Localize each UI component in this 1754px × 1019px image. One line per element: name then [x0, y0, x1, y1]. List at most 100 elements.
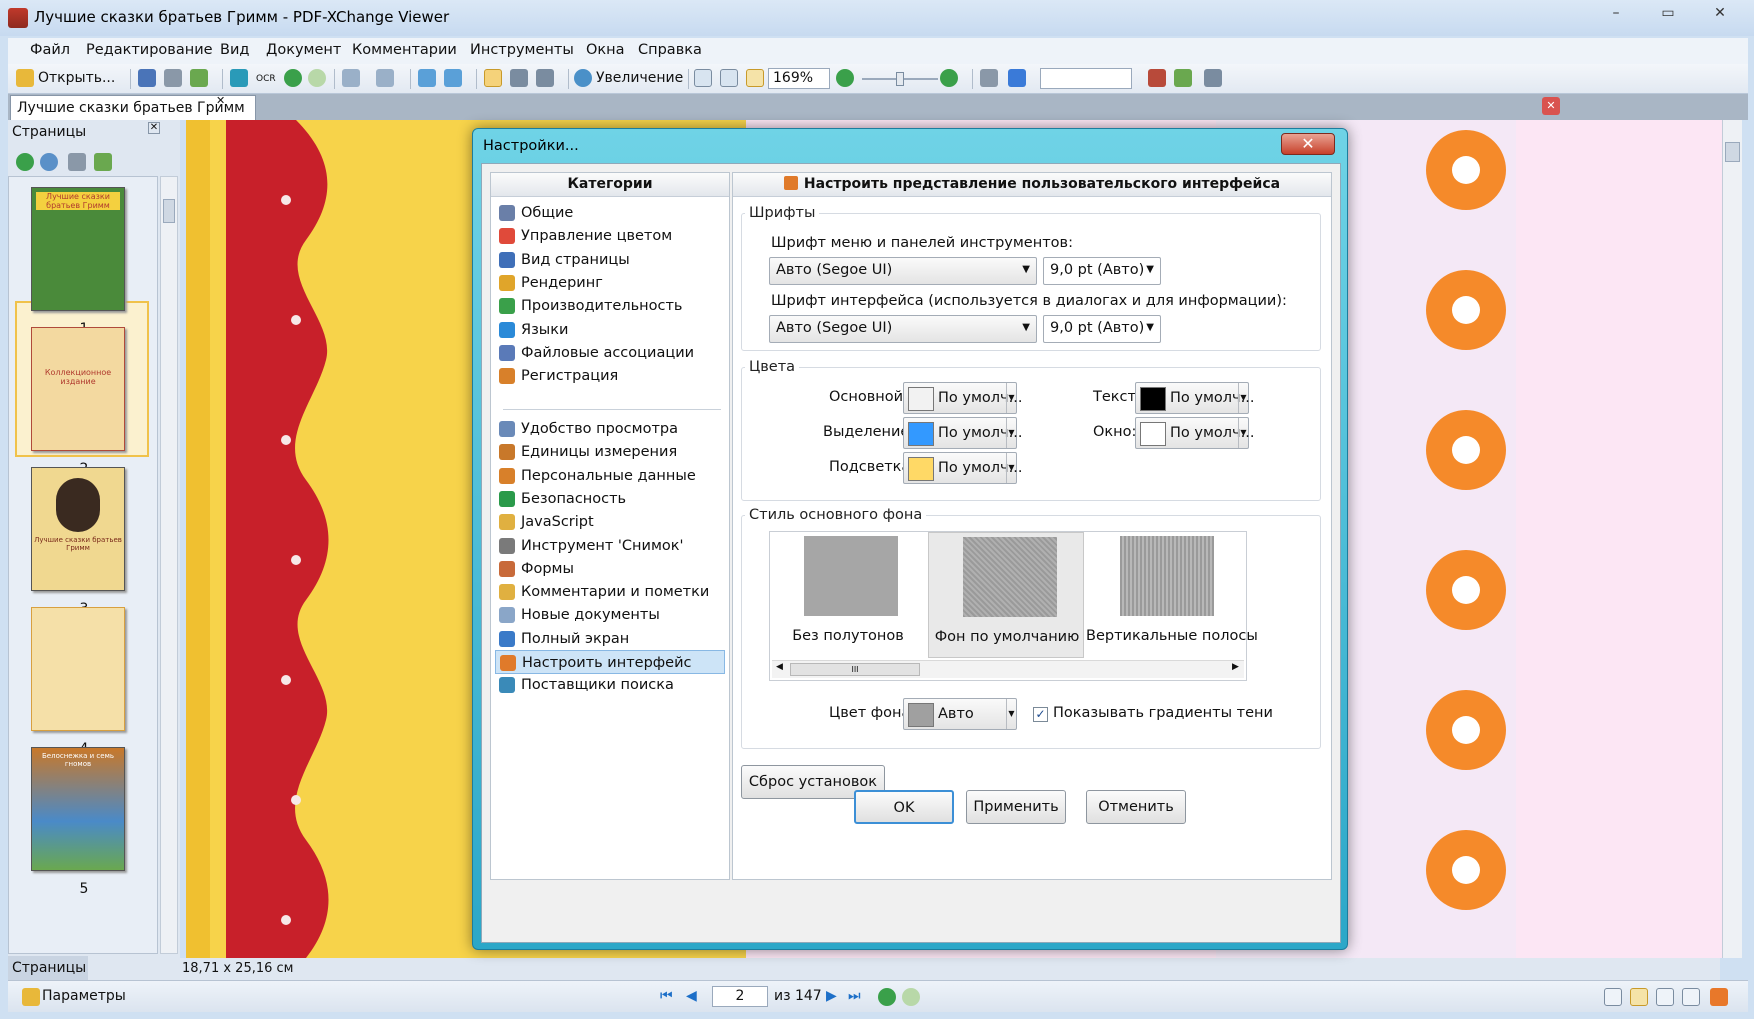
highlight-color-picker[interactable]: По умолч... ▼: [903, 452, 1022, 484]
search-provider-icon[interactable]: [1008, 69, 1026, 87]
last-page-icon[interactable]: ⏭: [848, 988, 861, 1004]
category-search-providers[interactable]: Поставщики поиска: [495, 673, 725, 697]
typewriter-tool-icon[interactable]: [1174, 69, 1192, 87]
page-properties-icon[interactable]: [94, 153, 112, 171]
menu-tools[interactable]: Инструменты: [470, 42, 574, 58]
parameters-icon[interactable]: [22, 988, 40, 1006]
search-input[interactable]: [1040, 68, 1132, 89]
background-color-picker[interactable]: Авто ▼: [903, 698, 1017, 730]
highlight-tool-icon[interactable]: [1148, 69, 1166, 87]
text-color-picker[interactable]: По умолч... ▼: [1135, 382, 1254, 414]
next-page-icon[interactable]: ▶: [826, 988, 837, 1004]
category-performance[interactable]: Производительность: [495, 294, 725, 318]
undo-icon[interactable]: [342, 69, 360, 87]
category-registration[interactable]: Регистрация: [495, 364, 725, 388]
category-general[interactable]: Общие: [495, 201, 725, 225]
history-back-icon[interactable]: [878, 988, 896, 1006]
cancel-button[interactable]: Отменить: [1086, 790, 1186, 824]
page-thumbnail-1[interactable]: Лучшие сказки братьев Гримм: [31, 187, 125, 311]
category-comments[interactable]: Комментарии и пометки: [495, 580, 725, 604]
close-window-button[interactable]: ✕: [1700, 2, 1740, 24]
open-icon[interactable]: [16, 69, 34, 87]
menu-font-size-select[interactable]: 9,0 pt (Авто) ▼: [1043, 257, 1161, 285]
menu-edit[interactable]: Редактирование: [86, 42, 213, 58]
category-languages[interactable]: Языки: [495, 318, 725, 342]
scan-icon[interactable]: [230, 69, 248, 87]
ui-font-select[interactable]: Авто (Segoe UI) ▼: [769, 315, 1037, 343]
minimize-button[interactable]: –: [1596, 2, 1636, 24]
zoom-slider-handle[interactable]: [896, 72, 904, 86]
menu-document[interactable]: Документ: [266, 42, 341, 58]
find-icon[interactable]: [980, 69, 998, 87]
save-icon[interactable]: [138, 69, 156, 87]
parameters-button[interactable]: Параметры: [42, 988, 126, 1004]
rotate-right-icon[interactable]: [444, 69, 462, 87]
background-option-flat[interactable]: Без полутонов: [770, 532, 926, 658]
close-document-icon[interactable]: ✕: [1542, 97, 1560, 115]
snapshot-tool-icon[interactable]: [510, 69, 528, 87]
apply-button[interactable]: Применить: [966, 790, 1066, 824]
menu-windows[interactable]: Окна: [586, 42, 625, 58]
scrollbar-thumb[interactable]: [1725, 142, 1740, 162]
zoom-tool-button[interactable]: Увеличение: [596, 70, 683, 86]
back-icon[interactable]: [284, 69, 302, 87]
dialog-close-button[interactable]: ✕: [1281, 133, 1335, 155]
category-accessibility[interactable]: Удобство просмотра: [495, 417, 725, 441]
fit-page-icon[interactable]: [720, 69, 738, 87]
forward-icon[interactable]: [308, 69, 326, 87]
continuous-facing-icon[interactable]: [1682, 988, 1700, 1006]
select-tool-icon[interactable]: [536, 69, 554, 87]
zoom-in-icon[interactable]: [940, 69, 958, 87]
background-option-stripes[interactable]: Вертикальные полосы: [1086, 532, 1258, 658]
redo-icon[interactable]: [376, 69, 394, 87]
menu-view[interactable]: Вид: [220, 42, 249, 58]
zoom-level-input[interactable]: 169%: [768, 68, 830, 89]
thumbnail-zoom-out-icon[interactable]: [40, 153, 58, 171]
menu-help[interactable]: Справка: [638, 42, 702, 58]
ui-font-size-select[interactable]: 9,0 pt (Авто) ▼: [1043, 315, 1161, 343]
category-new-documents[interactable]: Новые документы: [495, 603, 725, 627]
background-option-default[interactable]: Фон по умолчанию: [928, 532, 1084, 658]
actual-size-icon[interactable]: [694, 69, 712, 87]
tools-options-icon[interactable]: [1204, 69, 1222, 87]
hand-tool-icon[interactable]: [484, 69, 502, 87]
print-icon[interactable]: [164, 69, 182, 87]
open-button[interactable]: Открыть...: [38, 70, 115, 86]
category-units[interactable]: Единицы измерения: [495, 440, 725, 464]
main-color-picker[interactable]: По умолч... ▼: [903, 382, 1022, 414]
scrollbar-thumb[interactable]: III: [790, 663, 920, 676]
export-icon[interactable]: [190, 69, 208, 87]
page-thumbnail-5[interactable]: Белоснежка и семь гномов: [31, 747, 125, 871]
facing-pages-icon[interactable]: [1656, 988, 1674, 1006]
menu-file[interactable]: Файл: [30, 42, 70, 58]
maximize-button[interactable]: ▭: [1648, 2, 1688, 24]
rotate-left-icon[interactable]: [418, 69, 436, 87]
category-security[interactable]: Безопасность: [495, 487, 725, 511]
fit-width-icon[interactable]: [746, 69, 764, 87]
sidebar-footer-tab[interactable]: Страницы: [8, 956, 88, 980]
document-vertical-scrollbar[interactable]: [1722, 120, 1742, 958]
page-thumbnail-4[interactable]: [31, 607, 125, 731]
page-thumbnail-2[interactable]: Коллекционное издание: [31, 327, 125, 451]
zoom-tool-icon[interactable]: [574, 69, 592, 87]
menu-comments[interactable]: Комментарии: [352, 42, 457, 58]
page-number-input[interactable]: 2: [712, 986, 768, 1007]
category-rendering[interactable]: Рендеринг: [495, 271, 725, 295]
scroll-right-icon[interactable]: ▶: [1232, 662, 1239, 672]
page-thumbnail-3[interactable]: Лучшие сказки братьев Гримм: [31, 467, 125, 591]
category-full-screen[interactable]: Полный экран: [495, 627, 725, 651]
highlight-fields-icon[interactable]: [1710, 988, 1728, 1006]
previous-page-icon[interactable]: ◀: [686, 988, 697, 1004]
category-customize-ui[interactable]: Настроить интерфейс: [495, 650, 725, 674]
menu-font-select[interactable]: Авто (Segoe UI) ▼: [769, 257, 1037, 285]
continuous-page-icon[interactable]: [1630, 988, 1648, 1006]
category-snapshot[interactable]: Инструмент 'Снимок': [495, 534, 725, 558]
category-javascript[interactable]: JavaScript: [495, 510, 725, 534]
background-list-scrollbar[interactable]: ◀ III ▶: [772, 660, 1244, 678]
shadow-gradients-checkbox[interactable]: ✓: [1033, 707, 1048, 722]
single-page-icon[interactable]: [1604, 988, 1622, 1006]
scrollbar-thumb[interactable]: [163, 199, 175, 223]
ok-button[interactable]: OK: [854, 790, 954, 824]
category-identity[interactable]: Персональные данные: [495, 464, 725, 488]
scroll-left-icon[interactable]: ◀: [776, 662, 783, 672]
